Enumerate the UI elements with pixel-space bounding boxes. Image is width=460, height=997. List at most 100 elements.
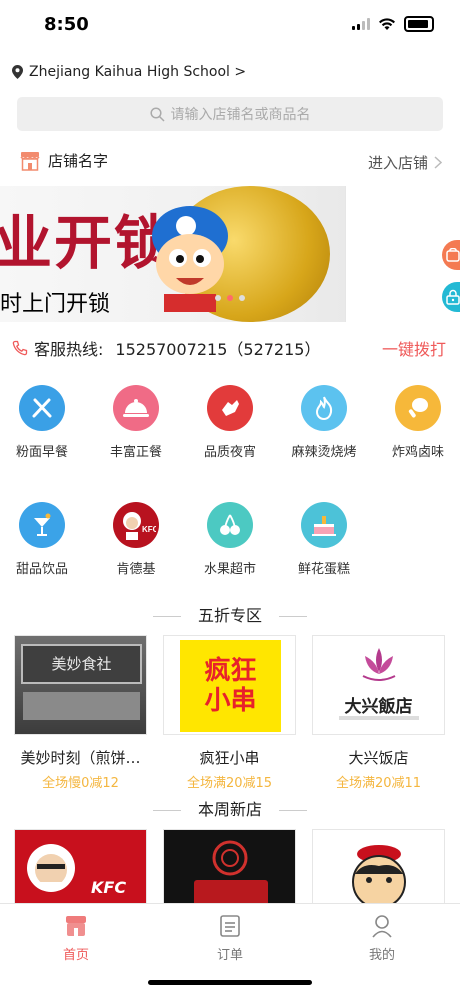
- tab-home-label: 首页: [62, 948, 89, 963]
- category-item[interactable]: 丰富正餐: [91, 385, 181, 460]
- banner-subline: 时上门开锁: [0, 292, 111, 317]
- enter-shop-link[interactable]: 进入店铺: [368, 152, 442, 173]
- half-price-title: 五折专区: [197, 606, 262, 625]
- category-item[interactable]: 鲜花蛋糕: [279, 502, 369, 577]
- shop-name[interactable]: 店铺名字: [20, 150, 108, 171]
- service-hotline: 客服热线: 15257007215（527215）: [12, 336, 320, 360]
- drumstick-icon: [395, 385, 441, 431]
- new-shop-card[interactable]: [163, 829, 296, 909]
- banner-dot: [239, 295, 245, 301]
- shop-sign: 大兴飯店: [344, 697, 413, 717]
- half-price-section-title: 五折专区: [0, 602, 460, 626]
- one-tap-dial-button[interactable]: 一键拨打: [382, 336, 446, 360]
- home-indicator: [148, 980, 312, 985]
- category-label: 水果超市: [203, 562, 256, 577]
- user-icon: [372, 915, 392, 938]
- shop-card-promo: 全场满20减15: [186, 776, 273, 791]
- shop-card[interactable]: 大兴飯店 大兴饭店 全场满20减11: [312, 635, 445, 791]
- banner-pagination: [215, 295, 245, 301]
- hotline-number: 15257007215（527215）: [115, 340, 321, 359]
- shop-card-promo: 全场慢0减12: [42, 776, 119, 791]
- category-label: 丰富正餐: [109, 445, 162, 460]
- tab-mine[interactable]: 我的: [342, 912, 422, 963]
- category-item[interactable]: 炸鸡卤味: [373, 385, 460, 460]
- shop-sign: KFC: [91, 878, 127, 897]
- cloche-icon: [113, 385, 159, 431]
- category-item[interactable]: KFC 肯德基: [91, 502, 181, 577]
- cart-icon: [446, 248, 460, 262]
- shop-thumbnail: 疯狂小串: [163, 635, 296, 735]
- category-item[interactable]: 粉面早餐: [0, 385, 87, 460]
- search-icon: [149, 106, 165, 122]
- cellular-signal-icon: [352, 18, 370, 30]
- category-label: 炸鸡卤味: [391, 445, 444, 460]
- status-time: 8:50: [44, 14, 89, 35]
- shop-card-name: 疯狂小串: [199, 749, 260, 767]
- cake-icon: [301, 502, 347, 548]
- status-bar: 8:50: [0, 0, 460, 50]
- lotus-logo-icon: [362, 648, 396, 681]
- hotline-label: 客服热线:: [34, 340, 104, 359]
- location-pin-icon: [12, 65, 23, 79]
- search-placeholder: 请输入店铺名或商品名: [170, 107, 311, 123]
- store-icon: [66, 916, 86, 936]
- shop-card-name: 美妙时刻（煎饼…: [20, 749, 141, 767]
- shop-header: 店铺名字 进入店铺: [0, 142, 460, 182]
- store-icon: [20, 151, 40, 171]
- stamp-logo-icon: [212, 840, 248, 876]
- category-label: 麻辣烫烧烤: [291, 445, 357, 460]
- shop-thumbnail: [163, 829, 296, 909]
- mascot-logo-icon: [352, 845, 406, 908]
- shop-thumbnail: 大兴飯店: [312, 635, 445, 735]
- drink-icon: [19, 502, 65, 548]
- flame-icon: [301, 385, 347, 431]
- category-label: 粉面早餐: [15, 445, 68, 460]
- shop-thumbnail: [312, 829, 445, 909]
- shop-name-label: 店铺名字: [48, 152, 109, 170]
- category-item[interactable]: 水果超市: [185, 502, 275, 577]
- shop-card[interactable]: 疯狂小串 疯狂小串 全场满20减15: [163, 635, 296, 791]
- battery-icon: [404, 16, 434, 32]
- new-shops-title: 本周新店: [197, 800, 262, 819]
- new-shop-card[interactable]: [312, 829, 445, 909]
- status-icons: [352, 16, 434, 32]
- phone-icon: [12, 340, 28, 356]
- shop-card[interactable]: 美妙食社 美妙时刻（煎饼… 全场慢0减12: [14, 635, 147, 791]
- shop-card-promo: 全场满20减11: [335, 776, 422, 791]
- tab-orders-label: 订单: [216, 948, 243, 963]
- tab-mine-label: 我的: [368, 948, 395, 963]
- wifi-icon: [379, 17, 395, 30]
- lock-icon: [446, 289, 460, 305]
- fork-knife-icon: [19, 385, 65, 431]
- shop-card-name: 大兴饭店: [348, 749, 409, 767]
- tab-home[interactable]: 首页: [36, 912, 116, 963]
- order-list-icon: [220, 915, 240, 937]
- svg-text:KFC: KFC: [142, 525, 156, 534]
- enter-shop-label: 进入店铺: [367, 154, 428, 172]
- search-input[interactable]: 请输入店铺名或商品名: [17, 97, 443, 131]
- cherry-icon: [207, 502, 253, 548]
- category-label: 品质夜宵: [203, 445, 256, 460]
- colonel-logo-icon: [27, 844, 75, 892]
- category-item[interactable]: 品质夜宵: [185, 385, 275, 460]
- hand-icon: [207, 385, 253, 431]
- category-label: 鲜花蛋糕: [297, 562, 350, 577]
- category-label: 甜品饮品: [15, 562, 68, 577]
- tab-orders[interactable]: 订单: [190, 912, 270, 963]
- chevron-right-icon: [434, 156, 442, 169]
- category-item[interactable]: 麻辣烫烧烤: [279, 385, 369, 460]
- banner-dot-active: [227, 295, 233, 301]
- category-label: 肯德基: [116, 562, 156, 577]
- location-selector[interactable]: Zhejiang Kaihua High School >: [12, 64, 246, 80]
- category-item[interactable]: 甜品饮品: [0, 502, 87, 577]
- shop-sign: 疯狂小串: [204, 656, 257, 716]
- kfc-icon: KFC: [113, 502, 159, 548]
- new-shops-section-title: 本周新店: [0, 796, 460, 820]
- shop-thumbnail: 美妙食社: [14, 635, 147, 735]
- location-text: Zhejiang Kaihua High School >: [29, 64, 247, 80]
- promo-banner[interactable]: 业开锁 时上门开锁: [0, 186, 345, 322]
- new-shop-card[interactable]: KFC: [14, 829, 147, 909]
- shop-sign: 美妙食社: [21, 644, 142, 684]
- shop-thumbnail: KFC: [14, 829, 147, 909]
- banner-dot: [215, 295, 221, 301]
